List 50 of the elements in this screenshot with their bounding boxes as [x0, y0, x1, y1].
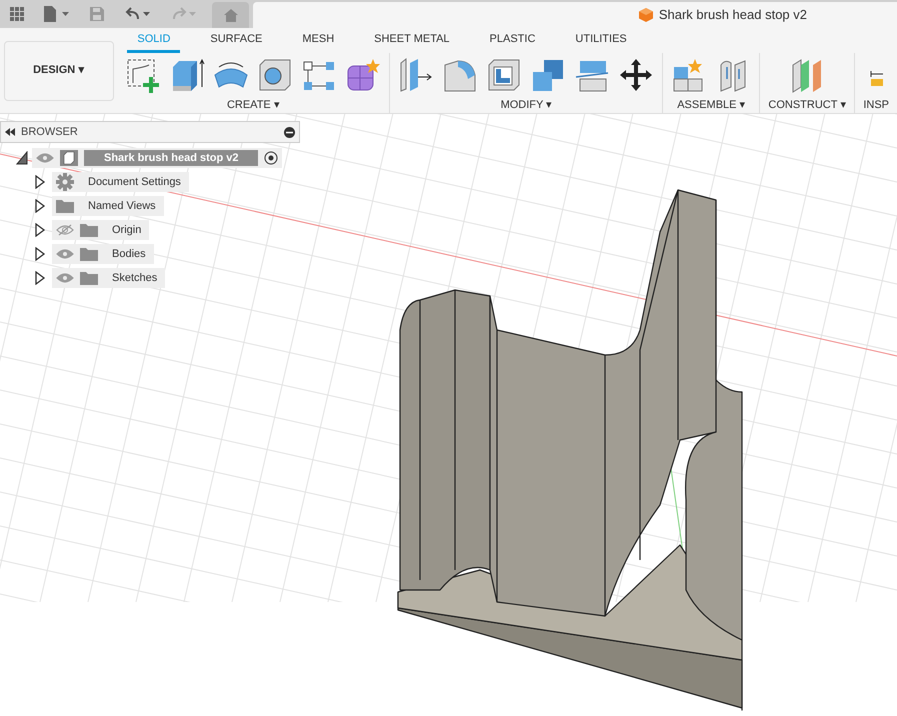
sketch-icon[interactable]: [125, 56, 162, 92]
eye-icon[interactable]: [36, 152, 54, 164]
collapsed-triangle-icon[interactable]: [34, 247, 46, 261]
tree-item[interactable]: Named Views: [52, 196, 164, 216]
ribbon-tab[interactable]: SURFACE: [200, 31, 272, 52]
workspace-dropdown[interactable]: DESIGN ▾: [4, 40, 114, 100]
radio-target-icon[interactable]: [264, 151, 278, 165]
tree-item[interactable]: Document Settings: [52, 172, 189, 192]
collapse-panel-icon[interactable]: [5, 128, 15, 136]
document-tab[interactable]: Shark brush head stop v2: [253, 2, 897, 28]
collapsed-triangle-icon[interactable]: [34, 175, 46, 189]
root-label: Shark brush head stop v2: [84, 150, 258, 166]
ribbon-tab[interactable]: MESH: [292, 31, 344, 52]
component-box-icon: [60, 150, 78, 166]
tree-item[interactable]: Sketches: [52, 268, 166, 288]
folder-icon: [80, 271, 98, 285]
group-dropdown[interactable]: CONSTRUCT ▾: [768, 96, 846, 113]
hole-box-icon[interactable]: [257, 56, 294, 92]
apps-grid-icon[interactable]: [10, 7, 24, 21]
ribbon-tab[interactable]: UTILITIES: [565, 31, 637, 52]
ribbon-tab[interactable]: PLASTIC: [480, 31, 546, 52]
group-dropdown[interactable]: MODIFY ▾: [500, 96, 552, 113]
group-dropdown[interactable]: INSP: [863, 96, 889, 113]
form-cube-icon[interactable]: [345, 56, 382, 92]
eye-crossed-icon[interactable]: [56, 224, 74, 236]
minimize-icon[interactable]: [284, 126, 295, 138]
folder-icon: [80, 247, 98, 261]
collapsed-triangle-icon[interactable]: [34, 199, 46, 213]
file-menu-icon[interactable]: [44, 6, 70, 22]
group-dropdown[interactable]: CREATE ▾: [226, 96, 280, 113]
collapsed-triangle-icon[interactable]: [34, 223, 46, 237]
ribbon-tab[interactable]: SHEET METAL: [364, 31, 460, 52]
eye-icon[interactable]: [56, 248, 74, 260]
press-pull-icon[interactable]: [398, 56, 434, 92]
move-arrows-icon[interactable]: [618, 56, 654, 92]
browser-title: BROWSER: [21, 124, 79, 140]
expanded-triangle-icon[interactable]: [16, 151, 28, 165]
home-icon: [224, 8, 238, 22]
eye-icon[interactable]: [56, 272, 74, 284]
cube-icon: [638, 8, 653, 22]
undo-icon[interactable]: [124, 7, 152, 21]
document-title: Shark brush head stop v2: [658, 6, 807, 24]
settings-icon: [56, 173, 74, 191]
collapsed-triangle-icon[interactable]: [34, 271, 46, 285]
shell-box-icon[interactable]: [486, 56, 522, 92]
group-dropdown[interactable]: ASSEMBLE ▾: [677, 96, 746, 113]
folder-icon: [80, 223, 98, 237]
tree-item[interactable]: Bodies: [52, 244, 154, 264]
folder-icon: [56, 199, 74, 213]
tree-item[interactable]: Origin: [52, 220, 150, 240]
